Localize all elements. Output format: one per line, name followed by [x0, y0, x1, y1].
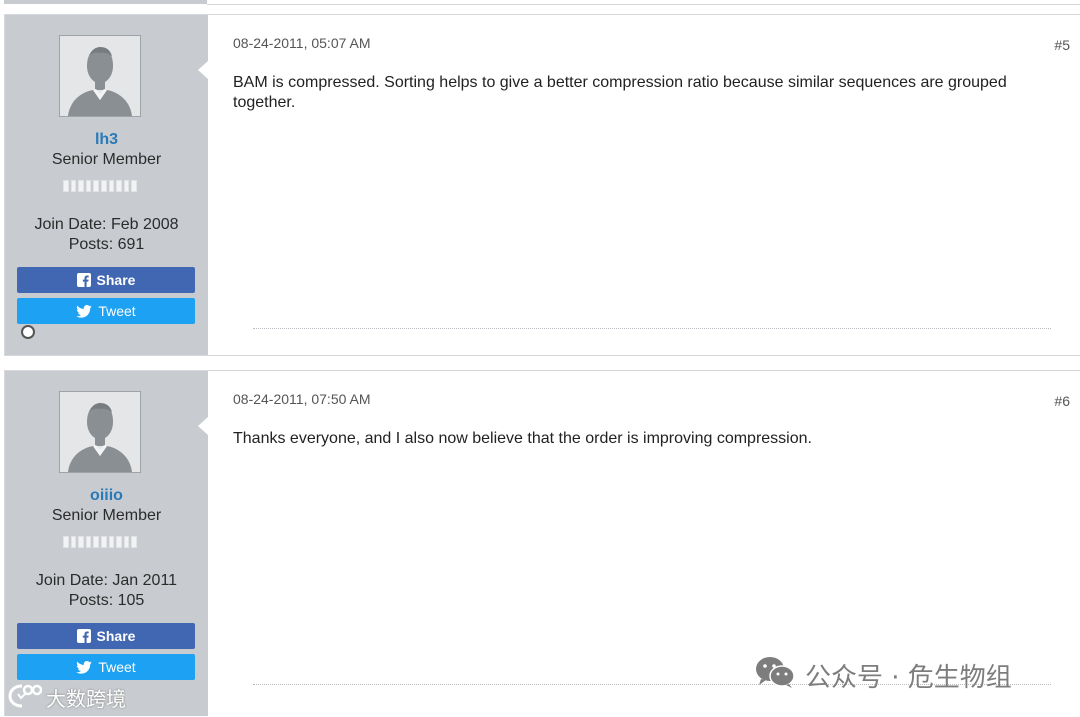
post-content: 08-24-2011, 05:07 AM #5 BAM is compresse… — [208, 15, 1080, 355]
watermark-text: 大数跨境 — [46, 687, 126, 711]
tweet-button[interactable]: Tweet — [17, 654, 195, 680]
post-text: BAM is compressed. Sorting helps to give… — [233, 74, 1007, 111]
online-status-icon — [21, 325, 35, 339]
avatar[interactable] — [59, 391, 141, 473]
signature-divider — [253, 328, 1051, 329]
avatar-placeholder-icon — [60, 392, 140, 472]
logo-watermark: 大数跨境 — [8, 682, 126, 713]
facebook-share-button[interactable]: Share — [17, 267, 195, 293]
join-date: Join Date: Jan 2011 — [35, 572, 178, 589]
forum-post: lh3 Senior Member Join Date: Feb 2008 Po… — [4, 14, 1080, 356]
user-info-panel: lh3 Senior Member Join Date: Feb 2008 Po… — [5, 15, 208, 355]
username-link[interactable]: lh3 — [5, 131, 208, 149]
join-date: Join Date: Feb 2008 — [34, 216, 179, 233]
post-count: Posts: 691 — [68, 236, 145, 253]
avatar[interactable] — [59, 35, 141, 117]
username-link[interactable]: oiiio — [5, 487, 208, 505]
twitter-icon — [76, 660, 93, 674]
tweet-button[interactable]: Tweet — [17, 298, 195, 324]
share-label: Share — [96, 272, 136, 288]
user-title: Senior Member — [51, 151, 162, 168]
wechat-icon — [755, 655, 795, 696]
twitter-icon — [76, 304, 93, 318]
logo-icon — [8, 682, 43, 713]
user-info-panel: oiiio Senior Member Join Date: Jan 2011 … — [5, 371, 208, 716]
watermark-text: 公众号 · 危生物组 — [805, 663, 1012, 693]
reputation-bar — [63, 180, 137, 192]
avatar-placeholder-icon — [60, 36, 140, 116]
previous-post-sidebar-edge — [4, 0, 207, 4]
user-title: Senior Member — [51, 507, 162, 524]
post-text: Thanks everyone, and I also now believe … — [233, 430, 812, 447]
facebook-share-button[interactable]: Share — [17, 623, 195, 649]
facebook-icon — [76, 273, 91, 287]
facebook-icon — [76, 629, 91, 643]
post-number-link[interactable]: #5 — [1054, 37, 1070, 53]
reputation-bar — [63, 536, 137, 548]
post-date: 08-24-2011, 07:50 AM — [233, 391, 371, 407]
wechat-watermark: 公众号 · 危生物组 — [755, 655, 1012, 696]
tweet-label: Tweet — [98, 659, 136, 675]
post-date: 08-24-2011, 05:07 AM — [233, 35, 371, 51]
previous-post-body-edge — [207, 0, 1080, 5]
post-count: Posts: 105 — [68, 592, 145, 609]
post-number-link[interactable]: #6 — [1054, 393, 1070, 409]
previous-post-edge — [0, 0, 1080, 6]
tweet-label: Tweet — [98, 303, 136, 319]
share-label: Share — [96, 628, 136, 644]
